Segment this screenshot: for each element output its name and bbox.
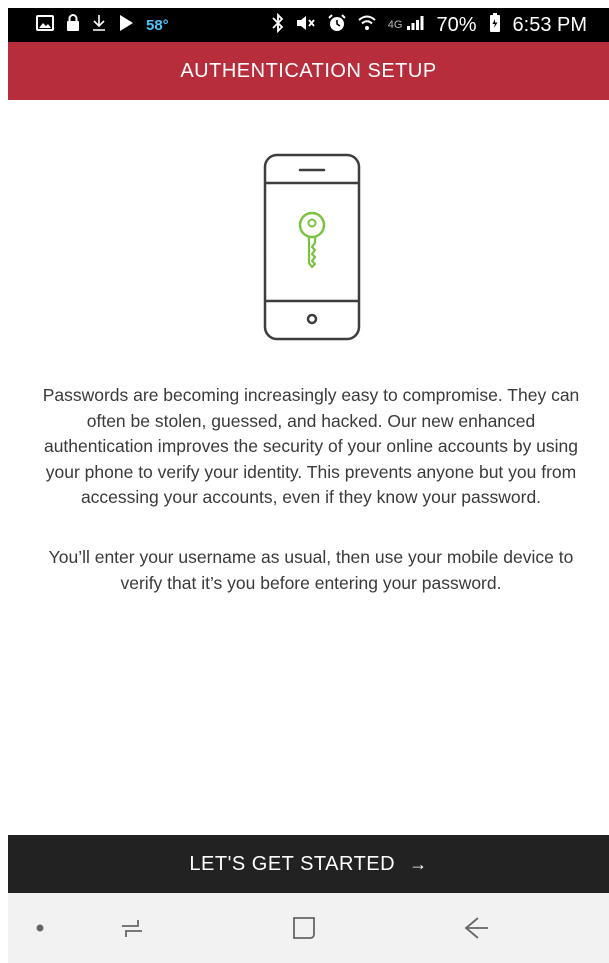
get-started-button[interactable]: LET'S GET STARTED →: [8, 835, 609, 893]
instructions-paragraph: You’ll enter your username as usual, the…: [48, 547, 574, 593]
download-icon: [92, 14, 106, 36]
status-bar-right: 4G 70% 6:53 PM: [272, 12, 587, 37]
battery-percent: 70%: [436, 13, 477, 36]
arrow-right-icon: →: [409, 853, 428, 874]
key-icon: [298, 211, 326, 269]
app-header: AUTHENTICATION SETUP: [8, 42, 609, 100]
network-type-text: 4G: [387, 19, 403, 31]
signal-icon: [406, 15, 424, 35]
status-bar: 58° 4G 70% 6:53 PM: [8, 8, 609, 42]
alarm-icon: [328, 14, 346, 36]
home-icon[interactable]: [284, 911, 324, 945]
gallery-icon: [36, 15, 54, 35]
back-icon[interactable]: [456, 911, 496, 945]
dot-icon[interactable]: [20, 911, 60, 945]
get-started-label: LET'S GET STARTED: [189, 852, 396, 875]
main-content[interactable]: Passwords are becoming increasingly easy…: [8, 100, 609, 835]
frame-top: [0, 0, 609, 8]
clock-time: 6:53 PM: [512, 13, 587, 36]
system-nav-bar: [8, 893, 609, 963]
battery-icon: [489, 13, 501, 37]
wifi-icon: [358, 15, 376, 35]
phone-with-key-icon: [263, 153, 361, 341]
temperature-text: 58°: [146, 16, 169, 34]
recents-icon[interactable]: [112, 911, 152, 945]
bluetooth-icon: [272, 12, 284, 37]
frame-left: [0, 0, 8, 963]
play-store-icon: [118, 14, 134, 36]
intro-paragraph: Passwords are becoming increasingly easy…: [42, 385, 580, 507]
mute-icon: [296, 14, 316, 36]
lock-icon: [66, 14, 80, 36]
status-bar-left: 58°: [36, 14, 169, 36]
page-title: AUTHENTICATION SETUP: [180, 59, 437, 82]
